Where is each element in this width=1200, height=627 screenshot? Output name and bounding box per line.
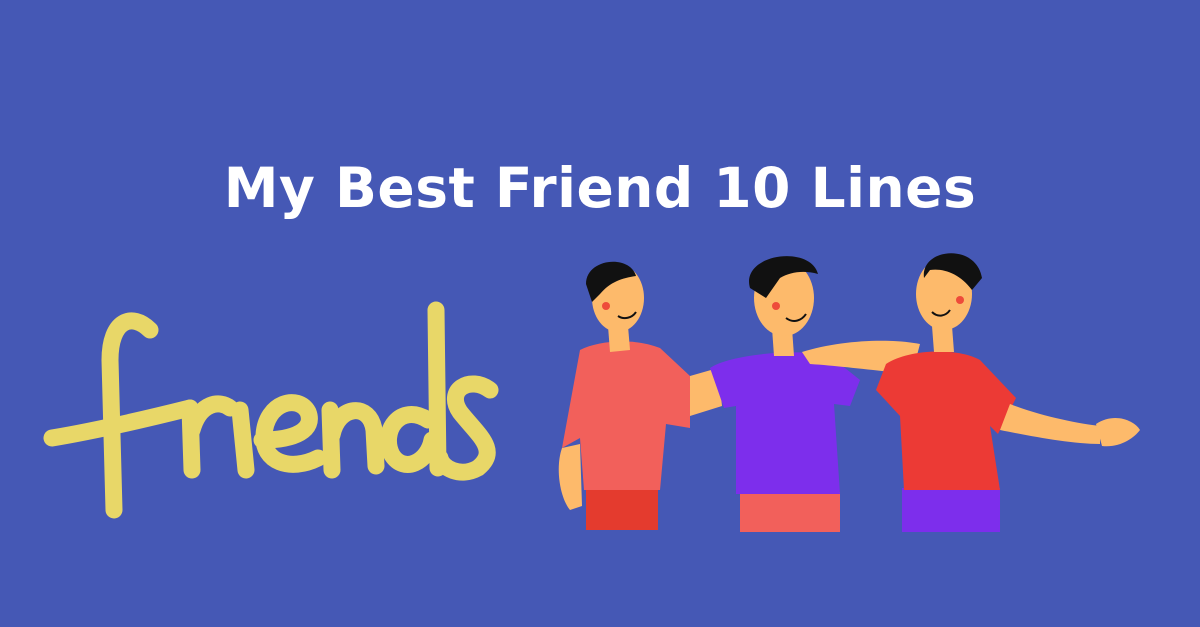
- banner-title: My Best Friend 10 Lines: [223, 156, 977, 220]
- left-friend: [558, 261, 690, 530]
- three-friends-illustration: [558, 253, 1140, 532]
- middle-friend: [690, 256, 860, 532]
- friends-lettering-illustration: [43, 301, 499, 519]
